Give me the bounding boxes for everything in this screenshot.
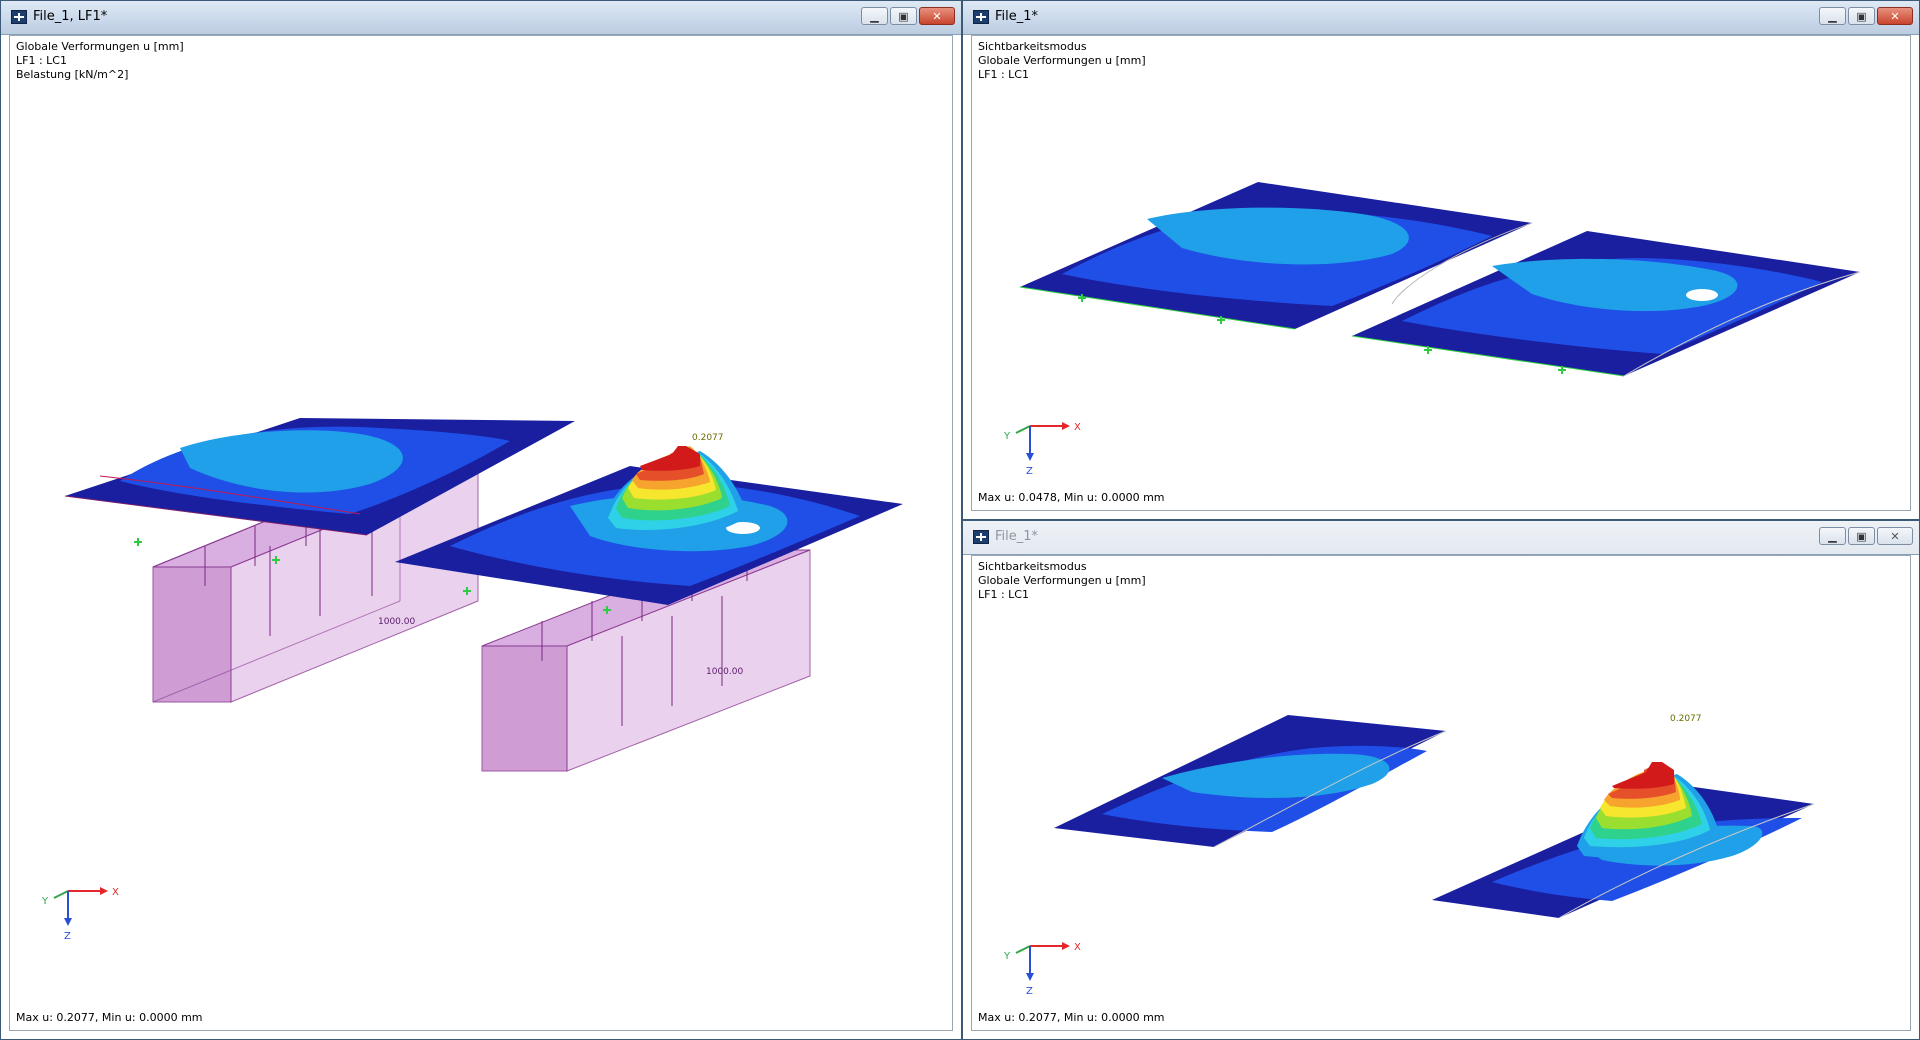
window-title: File_1, LF1* (33, 9, 108, 24)
graphics-viewport[interactable]: Globale Verformungen u [mm] LF1 : LC1 Be… (9, 35, 953, 1031)
deformation-scene[interactable]: 0.2077 X Y Z (972, 556, 1911, 1031)
close-button[interactable]: ✕ (1877, 7, 1913, 25)
window-titlebar[interactable]: File_1, LF1* ▁ ▣ ✕ (1, 1, 961, 35)
axis-triad: X Y Z (1003, 942, 1081, 997)
minimize-button[interactable]: ▁ (1819, 527, 1846, 545)
axis-label-x: X (1074, 942, 1081, 953)
plate-surface (1054, 715, 1447, 848)
maximize-button[interactable]: ▣ (890, 7, 917, 25)
axis-label-z: Z (1026, 986, 1033, 997)
deformation-scene[interactable]: X Y Z (972, 36, 1911, 511)
minimize-icon: ▁ (1828, 9, 1837, 23)
load-value-label: 1000.00 (706, 667, 743, 677)
deformation-scene[interactable]: 0.2077 1000.00 1000.00 X Y Z (10, 36, 953, 1031)
minimize-icon: ▁ (870, 9, 879, 23)
close-icon: ✕ (932, 9, 942, 23)
close-button[interactable]: ✕ (919, 7, 955, 25)
minimize-icon: ▁ (1828, 529, 1837, 543)
window-title: File_1* (995, 529, 1039, 544)
minimize-button[interactable]: ▁ (861, 7, 888, 25)
close-button[interactable]: ✕ (1877, 527, 1913, 545)
peak-value-label: 0.2077 (1670, 714, 1702, 724)
load-value-label: 1000.00 (378, 617, 415, 627)
close-icon: ✕ (1890, 529, 1900, 543)
maximize-button[interactable]: ▣ (1848, 7, 1875, 25)
maximize-button[interactable]: ▣ (1848, 527, 1875, 545)
maximize-icon: ▣ (898, 9, 909, 23)
deformation-peak (1577, 762, 1720, 858)
hole (1686, 289, 1718, 301)
axis-label-y: Y (41, 896, 49, 907)
app-icon[interactable] (11, 10, 27, 24)
status-text: Max u: 0.0478, Min u: 0.0000 mm (978, 491, 1165, 504)
minimize-button[interactable]: ▁ (1819, 7, 1846, 25)
window-title: File_1* (995, 9, 1039, 24)
close-icon: ✕ (1890, 9, 1900, 23)
maximize-icon: ▣ (1856, 9, 1867, 23)
model-window-top-right[interactable]: File_1* ▁ ▣ ✕ Sichtbarkeitsmodus Globale… (962, 0, 1920, 520)
model-window-bottom-right[interactable]: File_1* ▁ ▣ ✕ Sichtbarkeitsmodus Globale… (962, 520, 1920, 1040)
plate-surface (64, 418, 575, 536)
app-icon[interactable] (973, 10, 989, 24)
model-window-left[interactable]: File_1, LF1* ▁ ▣ ✕ Globale Verformungen … (0, 0, 962, 1040)
peak-value-label: 0.2077 (692, 433, 724, 443)
axis-label-x: X (1074, 422, 1081, 433)
axis-label-x: X (112, 887, 119, 898)
window-titlebar[interactable]: File_1* ▁ ▣ ✕ (963, 521, 1919, 555)
axis-label-z: Z (64, 931, 71, 942)
status-text: Max u: 0.2077, Min u: 0.0000 mm (978, 1011, 1165, 1024)
axis-triad: X Y Z (1003, 422, 1081, 477)
axis-label-y: Y (1003, 431, 1011, 442)
window-titlebar[interactable]: File_1* ▁ ▣ ✕ (963, 1, 1919, 35)
maximize-icon: ▣ (1856, 529, 1867, 543)
graphics-viewport[interactable]: Sichtbarkeitsmodus Globale Verformungen … (971, 35, 1911, 511)
axis-label-y: Y (1003, 951, 1011, 962)
axis-triad: X Y Z (41, 887, 119, 942)
app-icon[interactable] (973, 530, 989, 544)
axis-label-z: Z (1026, 466, 1033, 477)
graphics-viewport[interactable]: Sichtbarkeitsmodus Globale Verformungen … (971, 555, 1911, 1031)
deformation-peak (600, 446, 748, 541)
status-text: Max u: 0.2077, Min u: 0.0000 mm (16, 1011, 203, 1024)
